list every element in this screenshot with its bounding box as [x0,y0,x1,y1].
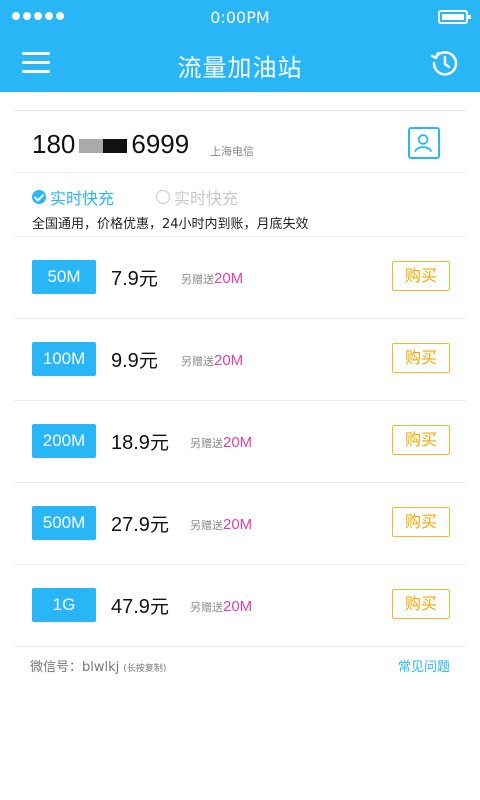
radio-empty-icon [156,190,170,204]
phone-row: 180 6999 上海电信 [14,111,466,173]
bonus-label: 另赠送 [190,601,223,614]
page-title: 流量加油站 [177,54,303,82]
option-active[interactable]: 实时快充 [32,185,114,209]
app-header: 0:00PM 流量加油站 [0,0,480,92]
package-bonus: 另赠送20M [181,270,243,287]
package-bonus: 另赠送20M [190,434,252,451]
phone-number: 180 6999 [32,129,189,160]
package-bonus: 另赠送20M [181,352,243,369]
bonus-value: 20M [223,598,253,615]
bonus-label: 另赠送 [190,519,223,532]
price-value: 9.9 [111,350,139,372]
price-value: 27.9 [111,514,150,536]
price-value: 18.9 [111,432,150,454]
phone-mask [79,139,128,154]
package-bonus: 另赠送20M [190,598,252,615]
option-inactive-label: 实时快充 [174,189,239,208]
package-size: 50M [32,260,96,294]
package-row: 100M 9.9元 另赠送20M 购买 [14,319,466,401]
price-value: 47.9 [111,596,150,618]
contact-icon[interactable] [408,127,440,159]
footer: 微信号：blwlkj (长按复制) 常见问题 [14,644,466,680]
price-unit: 元 [138,268,158,290]
package-row: 50M 7.9元 另赠送20M 购买 [14,237,466,319]
phone-prefix: 180 [32,129,76,159]
buy-button[interactable]: 购买 [392,589,450,619]
package-row: 1G 47.9元 另赠送20M 购买 [14,565,466,647]
check-circle-icon [32,190,46,204]
option-description: 全国通用，价格优惠，24小时内到账，月底失效 [32,217,309,232]
phone-suffix: 6999 [131,129,190,159]
history-icon[interactable] [430,48,460,78]
price-unit: 元 [138,350,158,372]
wechat-hint: (长按复制) [123,664,167,674]
price-value: 7.9 [111,268,139,290]
package-price: 7.9元 [111,264,158,291]
bonus-value: 20M [214,352,244,369]
buy-button[interactable]: 购买 [392,425,450,455]
wechat-info[interactable]: 微信号：blwlkj (长按复制) [30,656,166,675]
status-bar: 0:00PM [0,0,480,34]
package-list: 50M 7.9元 另赠送20M 购买 100M 9.9元 另赠送20M 购买 200M 18.9元… [14,237,466,647]
wechat-id: blwlkj [82,660,120,675]
price-unit: 元 [149,514,169,536]
price-unit: 元 [149,432,169,454]
buy-button[interactable]: 购买 [392,507,450,537]
option-inactive[interactable]: 实时快充 [156,185,238,209]
buy-button[interactable]: 购买 [392,261,450,291]
faq-link[interactable]: 常见问题 [398,656,450,675]
main-content: 180 6999 上海电信 实时快充 实时快充 全国通用，价格优惠，24小时内到账… [14,110,466,647]
bonus-label: 另赠送 [181,355,214,368]
carrier-label: 上海电信 [210,145,254,158]
package-size: 500M [32,506,96,540]
package-row: 200M 18.9元 另赠送20M 购买 [14,401,466,483]
wechat-label: 微信号： [30,660,83,675]
battery-icon [438,10,471,24]
package-row: 500M 27.9元 另赠送20M 购买 [14,483,466,565]
bonus-label: 另赠送 [190,437,223,450]
buy-button[interactable]: 购买 [392,343,450,373]
recharge-options: 实时快充 实时快充 全国通用，价格优惠，24小时内到账，月底失效 [14,173,466,237]
package-bonus: 另赠送20M [190,516,252,533]
package-size: 100M [32,342,96,376]
option-active-label: 实时快充 [50,189,115,208]
package-price: 9.9元 [111,346,158,373]
package-price: 27.9元 [111,510,169,537]
package-size: 1G [32,588,96,622]
bonus-value: 20M [223,434,253,451]
bonus-value: 20M [214,270,244,287]
price-unit: 元 [149,596,169,618]
status-time: 0:00PM [210,8,270,27]
bonus-label: 另赠送 [181,273,214,286]
package-price: 18.9元 [111,428,169,455]
bonus-value: 20M [223,516,253,533]
package-price: 47.9元 [111,592,169,619]
package-size: 200M [32,424,96,458]
